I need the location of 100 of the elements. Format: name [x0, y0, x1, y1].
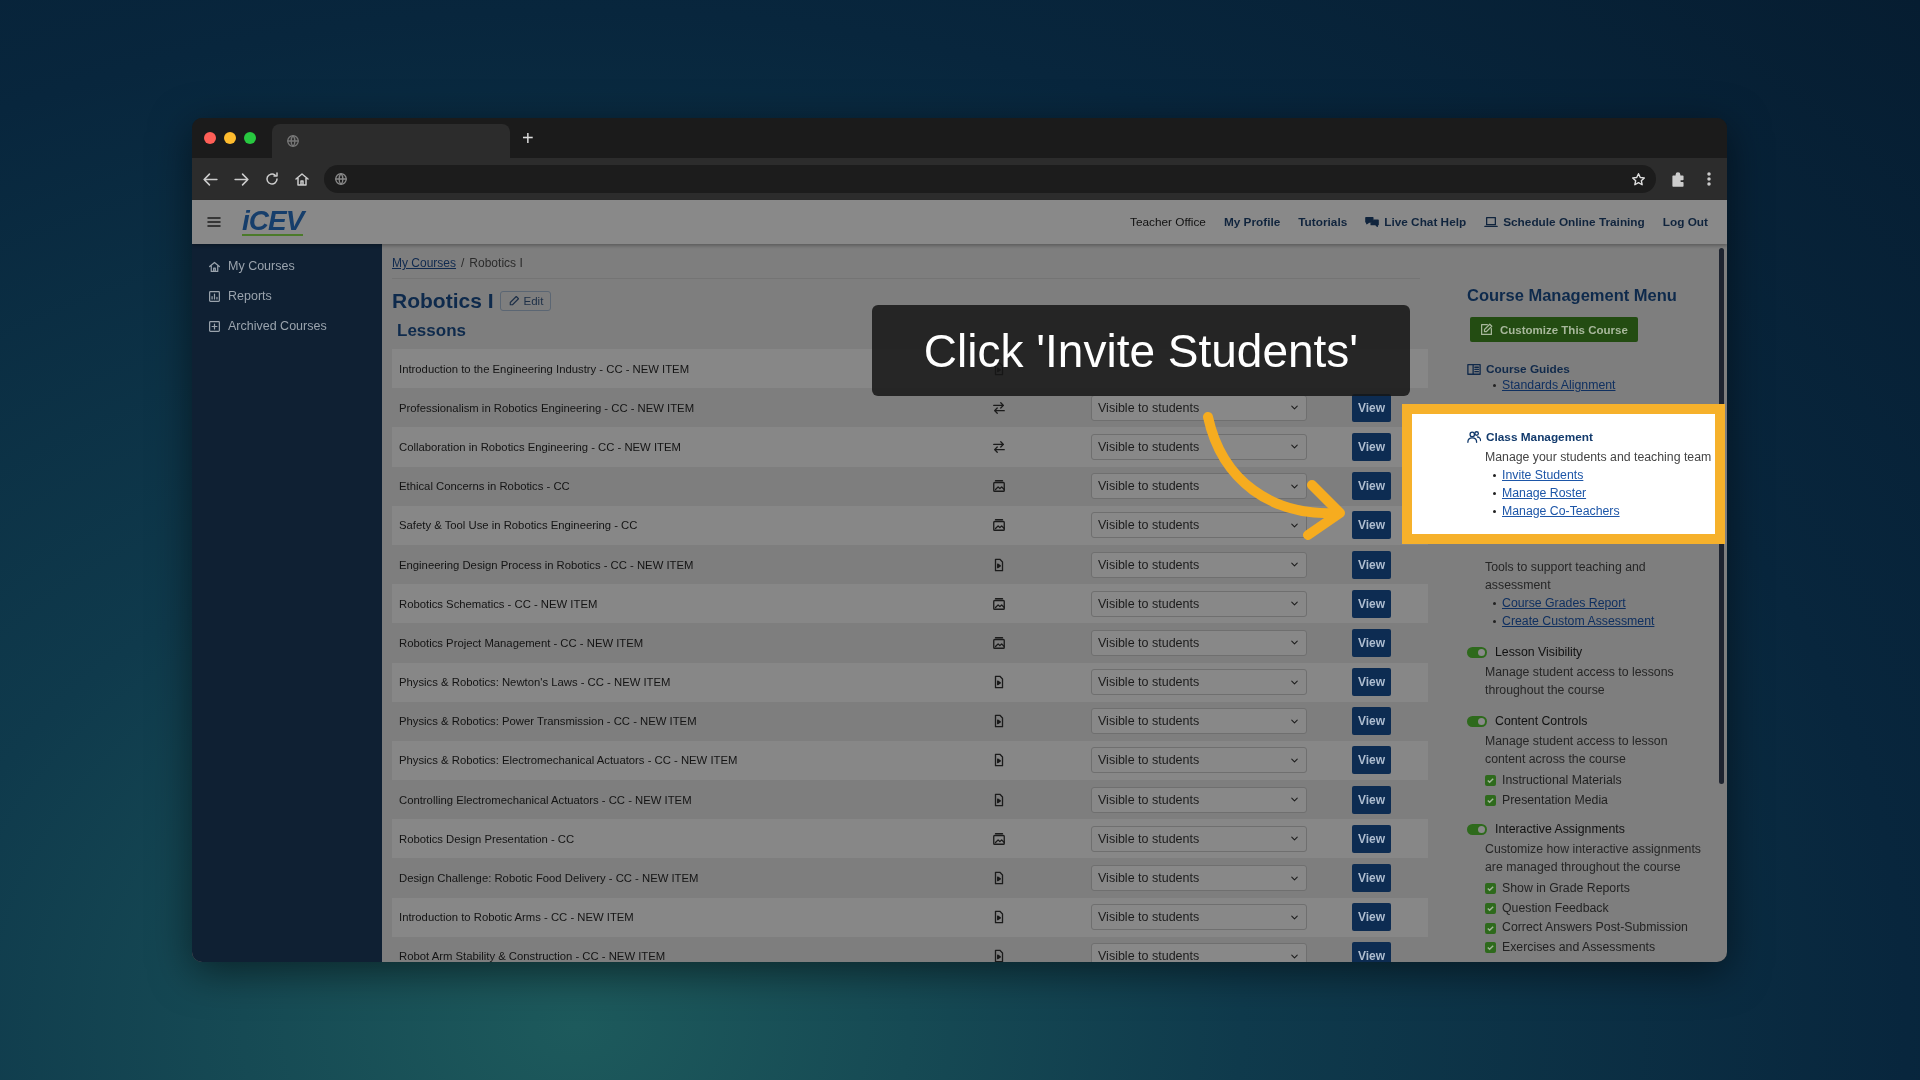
- lesson-title[interactable]: Controlling Electromechanical Actuators - CC - NEW ITEM: [399, 793, 692, 806]
- sidebar-item[interactable]: Reports: [192, 281, 382, 311]
- new-tab-button[interactable]: +: [522, 126, 534, 150]
- menu-title: Course Management Menu: [1467, 286, 1678, 305]
- extensions-icon[interactable]: [1670, 170, 1687, 188]
- back-icon[interactable]: [202, 170, 219, 188]
- course-title: Robotics I: [392, 289, 494, 313]
- view-button[interactable]: View: [1352, 746, 1391, 775]
- lesson-title[interactable]: Ethical Concerns in Robotics - CC: [399, 480, 570, 493]
- checkbox-label: Correct Answers Post-Submission: [1502, 921, 1688, 935]
- view-button[interactable]: View: [1352, 472, 1391, 501]
- visibility-dropdown[interactable]: Visible to students: [1091, 629, 1307, 656]
- sidebar-item[interactable]: My Courses: [192, 251, 382, 281]
- view-button[interactable]: View: [1352, 668, 1391, 697]
- menu-link[interactable]: Create Custom Assessment: [1502, 612, 1655, 630]
- lesson-title[interactable]: Collaboration in Robotics Engineering - CC - NEW ITEM: [399, 440, 681, 453]
- lesson-title[interactable]: Engineering Design Process in Robotics - CC - NEW ITEM: [399, 558, 694, 571]
- view-button[interactable]: View: [1352, 432, 1391, 461]
- menu-icon[interactable]: [206, 214, 222, 230]
- visibility-dropdown[interactable]: Visible to students: [1091, 433, 1307, 460]
- image-stack-icon: [992, 479, 1006, 494]
- scrollbar[interactable]: [1719, 248, 1724, 784]
- visibility-dropdown[interactable]: Visible to students: [1091, 551, 1307, 578]
- lesson-title[interactable]: Physics & Robotics: Newton's Laws - CC - NEW ITEM: [399, 676, 671, 689]
- star-icon[interactable]: [1631, 171, 1646, 187]
- toggle-switch[interactable]: [1467, 823, 1487, 835]
- view-button[interactable]: View: [1352, 903, 1391, 932]
- nav-link[interactable]: My Profile: [1214, 215, 1290, 229]
- view-button[interactable]: View: [1352, 942, 1391, 962]
- visibility-dropdown[interactable]: Visible to students: [1091, 669, 1307, 696]
- people-icon: [1467, 430, 1481, 444]
- menu-link[interactable]: Manage Co-Teachers: [1502, 502, 1620, 520]
- menu-link[interactable]: Invite Students: [1502, 466, 1584, 484]
- lesson-title[interactable]: Introduction to the Engineering Industry - CC - NEW ITEM: [399, 362, 690, 375]
- lesson-title[interactable]: Physics & Robotics: Power Transmission - CC - NEW ITEM: [399, 715, 697, 728]
- view-button[interactable]: View: [1352, 824, 1391, 853]
- checkbox[interactable]: [1485, 922, 1496, 934]
- checkbox[interactable]: [1485, 883, 1496, 895]
- nav-link[interactable]: Log Out: [1653, 215, 1717, 229]
- section-description: Customize how interactive assignments are managed throughout the course: [1485, 841, 1702, 877]
- visibility-dropdown[interactable]: Visible to students: [1091, 473, 1307, 500]
- nav-link[interactable]: Live Chat Help: [1356, 215, 1476, 229]
- checkbox[interactable]: [1485, 942, 1496, 954]
- view-button[interactable]: View: [1352, 628, 1391, 657]
- lesson-title[interactable]: Introduction to Robotic Arms - CC - NEW ITEM: [399, 911, 634, 924]
- pencil-icon: [507, 295, 520, 307]
- reload-icon[interactable]: [264, 171, 280, 187]
- forward-icon[interactable]: [233, 170, 250, 188]
- lesson-title[interactable]: Design Challenge: Robotic Food Delivery - CC - NEW ITEM: [399, 872, 699, 885]
- checkbox[interactable]: [1485, 775, 1496, 787]
- sidebar-item[interactable]: Archived Courses: [192, 311, 382, 341]
- lesson-title[interactable]: Safety & Tool Use in Robotics Engineering - CC: [399, 519, 638, 532]
- view-button[interactable]: View: [1352, 864, 1391, 893]
- visibility-dropdown[interactable]: Visible to students: [1091, 590, 1307, 617]
- view-button[interactable]: View: [1352, 707, 1391, 736]
- section-heading: Lessons: [397, 321, 467, 341]
- instruction-callout: Click 'Invite Students': [872, 305, 1410, 396]
- lesson-title[interactable]: Physics & Robotics: Electromechanical Actuators - CC - NEW ITEM: [399, 754, 738, 767]
- lesson-title[interactable]: Robotics Project Management - CC - NEW ITEM: [399, 636, 644, 649]
- menu-link[interactable]: Standards Alignment: [1502, 376, 1616, 394]
- section-description: Tools to support teaching and assessment: [1485, 559, 1647, 594]
- lesson-title[interactable]: Professionalism in Robotics Engineering - CC - NEW ITEM: [399, 401, 695, 414]
- visibility-dropdown[interactable]: Visible to students: [1091, 394, 1307, 421]
- minimize-button[interactable]: [224, 132, 236, 144]
- visibility-dropdown[interactable]: Visible to students: [1091, 904, 1307, 931]
- view-button[interactable]: View: [1352, 511, 1391, 540]
- view-button[interactable]: View: [1352, 589, 1391, 618]
- menu-link[interactable]: Manage Roster: [1502, 484, 1587, 502]
- visibility-dropdown[interactable]: Visible to students: [1091, 747, 1307, 774]
- toggle-switch[interactable]: [1467, 715, 1487, 727]
- nav-link[interactable]: Teacher Office: [1121, 215, 1215, 229]
- document-icon: [992, 753, 1006, 768]
- view-button[interactable]: View: [1352, 550, 1391, 579]
- document-icon: [992, 557, 1006, 572]
- close-window-button[interactable]: [204, 132, 216, 144]
- visibility-dropdown[interactable]: Visible to students: [1091, 865, 1307, 892]
- nav-link[interactable]: Tutorials: [1289, 215, 1357, 229]
- view-button[interactable]: View: [1352, 785, 1391, 814]
- toggle-switch[interactable]: [1467, 646, 1487, 658]
- menu-link[interactable]: Course Grades Report: [1502, 594, 1626, 612]
- visibility-dropdown[interactable]: Visible to students: [1091, 943, 1307, 962]
- visibility-dropdown[interactable]: Visible to students: [1091, 512, 1307, 539]
- breadcrumb-link[interactable]: My Courses: [392, 256, 456, 270]
- visibility-dropdown[interactable]: Visible to students: [1091, 825, 1307, 852]
- maximize-button[interactable]: [244, 132, 256, 144]
- checkbox[interactable]: [1485, 903, 1496, 915]
- breadcrumb-separator: /: [461, 256, 465, 270]
- logo[interactable]: iCEV: [242, 208, 304, 236]
- document-icon: [992, 675, 1006, 690]
- lesson-title[interactable]: Robot Arm Stability & Construction - CC - NEW ITEM: [399, 950, 666, 962]
- edit-button[interactable]: Edit: [499, 291, 552, 311]
- customize-button[interactable]: Customize This Course: [1470, 317, 1638, 342]
- visibility-dropdown[interactable]: Visible to students: [1091, 708, 1307, 735]
- visibility-dropdown[interactable]: Visible to students: [1091, 786, 1307, 813]
- lesson-title[interactable]: Robotics Design Presentation - CC: [399, 832, 575, 845]
- nav-link[interactable]: Schedule Online Training: [1475, 215, 1654, 229]
- chat-bubbles-icon: [1365, 215, 1380, 229]
- lesson-title[interactable]: Robotics Schematics - CC - NEW ITEM: [399, 597, 598, 610]
- home-icon[interactable]: [294, 171, 310, 187]
- checkbox[interactable]: [1485, 794, 1496, 806]
